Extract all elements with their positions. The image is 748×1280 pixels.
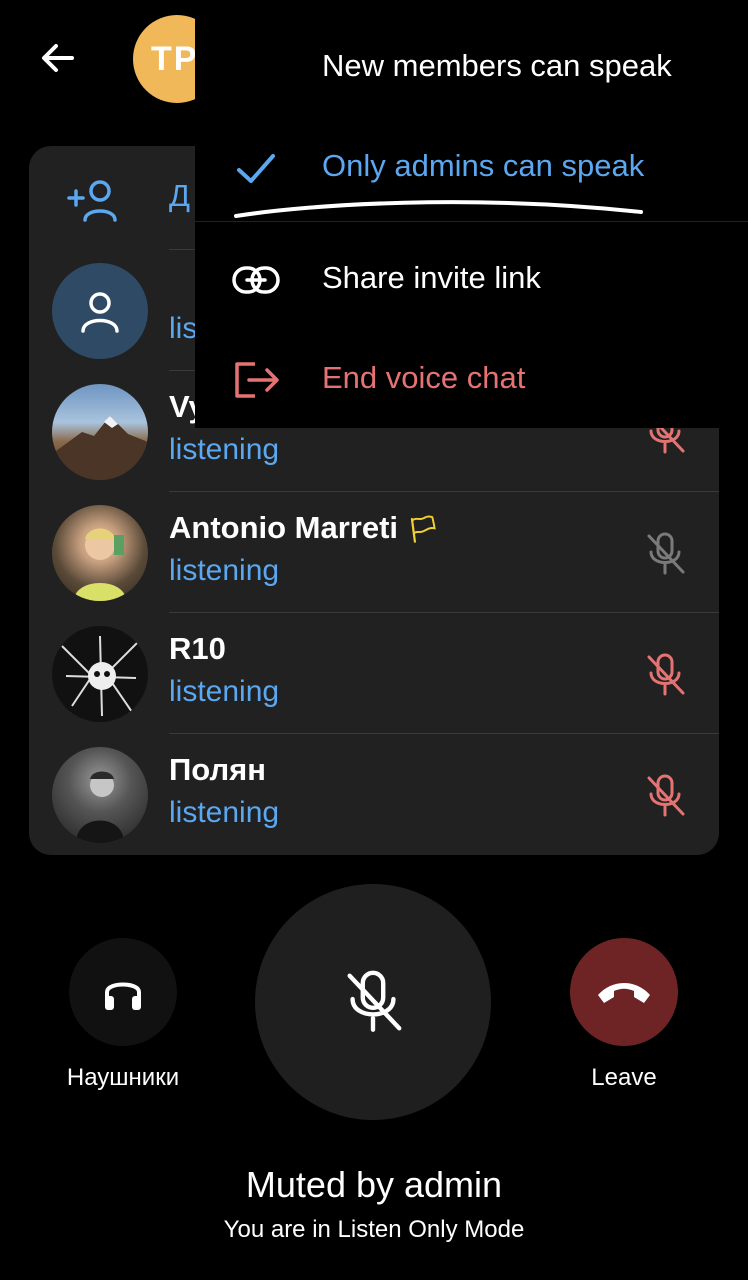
avatar	[52, 505, 148, 601]
avatar	[52, 263, 148, 359]
participant-name: Antonio Marreti 🏳	[169, 510, 440, 545]
menu-item-label: Only admins can speak	[322, 148, 645, 183]
avatar	[52, 384, 148, 480]
mic-off-icon[interactable]	[641, 530, 689, 578]
link-icon	[232, 266, 280, 294]
audio-output-label: Наушники	[66, 1064, 180, 1091]
participant-status: lis	[169, 312, 198, 345]
participant-status: listening	[169, 433, 280, 466]
mic-off-icon[interactable]	[641, 651, 689, 699]
avatar	[52, 626, 148, 722]
mute-button[interactable]	[255, 884, 491, 1120]
add-user-icon	[67, 180, 117, 222]
menu-item-label: End voice chat	[322, 360, 526, 395]
audio-output-button[interactable]	[69, 938, 177, 1046]
hang-up-icon	[598, 983, 650, 1003]
options-menu: New members can speak Only admins can sp…	[195, 0, 748, 428]
muted-status-title: Muted by admin	[245, 1164, 503, 1205]
leave-label: Leave	[591, 1064, 657, 1091]
participant-name: R10	[169, 631, 226, 666]
checkmark-icon	[237, 154, 275, 183]
group-initials: TP	[151, 39, 199, 78]
participant-row[interactable]: Antonio Marreti 🏳 listening	[29, 492, 719, 613]
mic-off-icon[interactable]	[641, 772, 689, 820]
participant-row[interactable]: R10 listening	[29, 613, 719, 734]
participant-status: listening	[169, 675, 280, 708]
headphones-icon	[105, 982, 141, 1010]
flag-emoji: 🏳	[406, 514, 440, 544]
muted-status-subtitle: You are in Listen Only Mode	[223, 1216, 525, 1243]
menu-item-new-members-can-speak[interactable]: New members can speak	[195, 18, 748, 118]
participant-status: listening	[169, 554, 280, 587]
participant-row[interactable]: Полян listening	[29, 734, 719, 855]
back-button[interactable]	[30, 30, 86, 86]
invite-members-label: Д	[169, 178, 190, 213]
menu-item-label: Share invite link	[322, 260, 541, 295]
menu-item-share-invite-link[interactable]: Share invite link	[195, 230, 748, 330]
menu-item-label: New members can speak	[322, 48, 672, 83]
avatar	[52, 747, 148, 843]
logout-icon	[235, 362, 279, 398]
leave-button[interactable]	[570, 938, 678, 1046]
arrow-left-icon	[42, 44, 74, 72]
menu-item-end-voice-chat[interactable]: End voice chat	[195, 330, 748, 430]
underline-annotation	[234, 200, 643, 218]
mic-off-icon	[347, 970, 402, 1032]
participant-status: listening	[169, 796, 280, 829]
user-icon	[81, 292, 119, 333]
participant-name: Полян	[169, 752, 266, 787]
